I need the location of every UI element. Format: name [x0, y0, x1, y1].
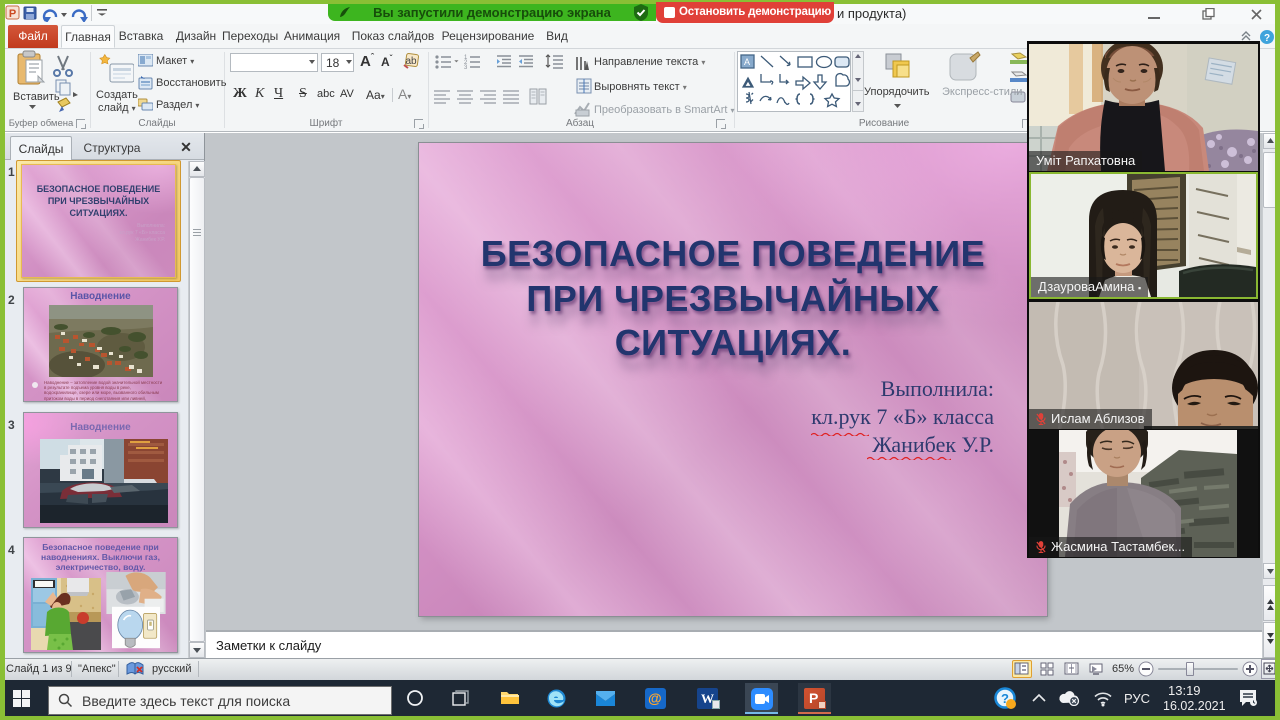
svg-text:ab: ab: [405, 56, 417, 67]
svg-text:A: A: [744, 57, 750, 67]
svg-text:?: ?: [1264, 33, 1270, 44]
svg-text:3: 3: [464, 65, 468, 70]
svg-text:P: P: [9, 8, 16, 20]
